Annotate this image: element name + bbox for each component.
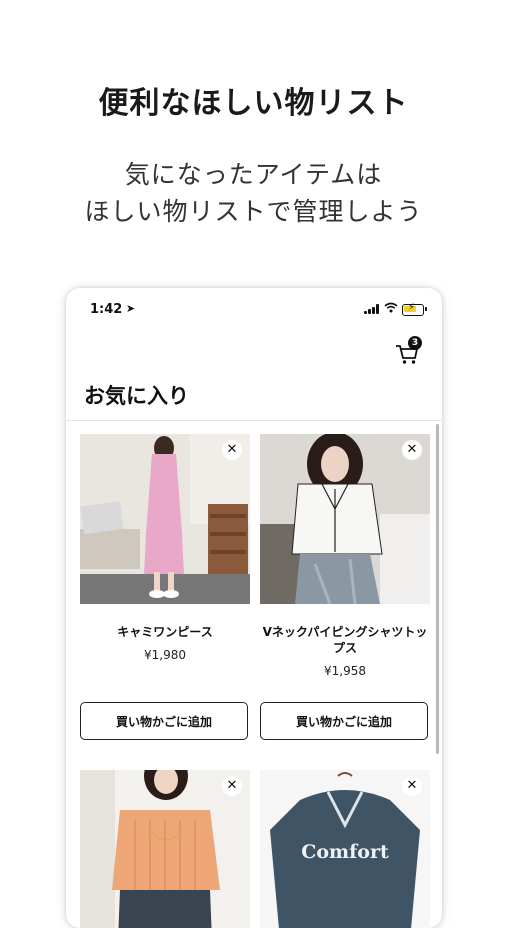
product-name: キャミワンピース xyxy=(117,625,213,639)
location-arrow-icon: ➤ xyxy=(126,302,136,315)
product-card[interactable]: Comfort ✕ xyxy=(260,770,430,928)
cart-count-badge: 3 xyxy=(408,336,422,350)
remove-favorite-close-icon[interactable]: ✕ xyxy=(222,440,242,460)
status-time: 1:42 xyxy=(90,302,123,317)
remove-favorite-close-icon[interactable]: ✕ xyxy=(222,776,242,796)
remove-favorite-close-icon[interactable]: ✕ xyxy=(402,440,422,460)
add-to-cart-button[interactable]: 買い物かごに追加 xyxy=(80,702,248,740)
wifi-icon xyxy=(384,302,398,316)
product-image[interactable] xyxy=(80,770,250,928)
product-card[interactable]: ✕ xyxy=(80,770,250,928)
battery-charging-icon: ⚡ xyxy=(402,302,427,316)
page-title: お気に入り xyxy=(84,384,189,408)
product-price: ¥1,980 xyxy=(144,648,186,662)
promo-subline-2: ほしい物リストで管理しよう xyxy=(84,197,423,226)
product-image[interactable] xyxy=(80,434,250,604)
sweater-print-text: Comfort xyxy=(301,841,389,863)
header-divider xyxy=(66,420,442,421)
product-card[interactable]: ✕ Vネックパイピングシャツトップス ¥1,958 買い物かごに追加 xyxy=(260,434,430,754)
product-image[interactable]: Comfort xyxy=(260,770,430,928)
promo-subline-1: 気になったアイテムは xyxy=(124,160,383,189)
add-to-cart-button[interactable]: 買い物かごに追加 xyxy=(260,702,428,740)
remove-favorite-close-icon[interactable]: ✕ xyxy=(402,776,422,796)
phone-screen: 1:42 ➤ ⚡ 3 お気に入り ✕ キャミワンピース ¥1,980 買い物かご… xyxy=(66,288,442,928)
product-image[interactable] xyxy=(260,434,430,604)
signal-icon xyxy=(364,304,380,314)
status-bar: 1:42 ➤ ⚡ xyxy=(66,288,442,328)
product-card[interactable]: ✕ キャミワンピース ¥1,980 買い物かごに追加 xyxy=(80,434,250,754)
promo-headline: 便利なほしい物リスト xyxy=(98,86,409,121)
product-name: Vネックパイピングシャツトップス xyxy=(262,625,428,655)
product-price: ¥1,958 xyxy=(324,664,366,678)
scrollbar[interactable] xyxy=(436,424,439,754)
